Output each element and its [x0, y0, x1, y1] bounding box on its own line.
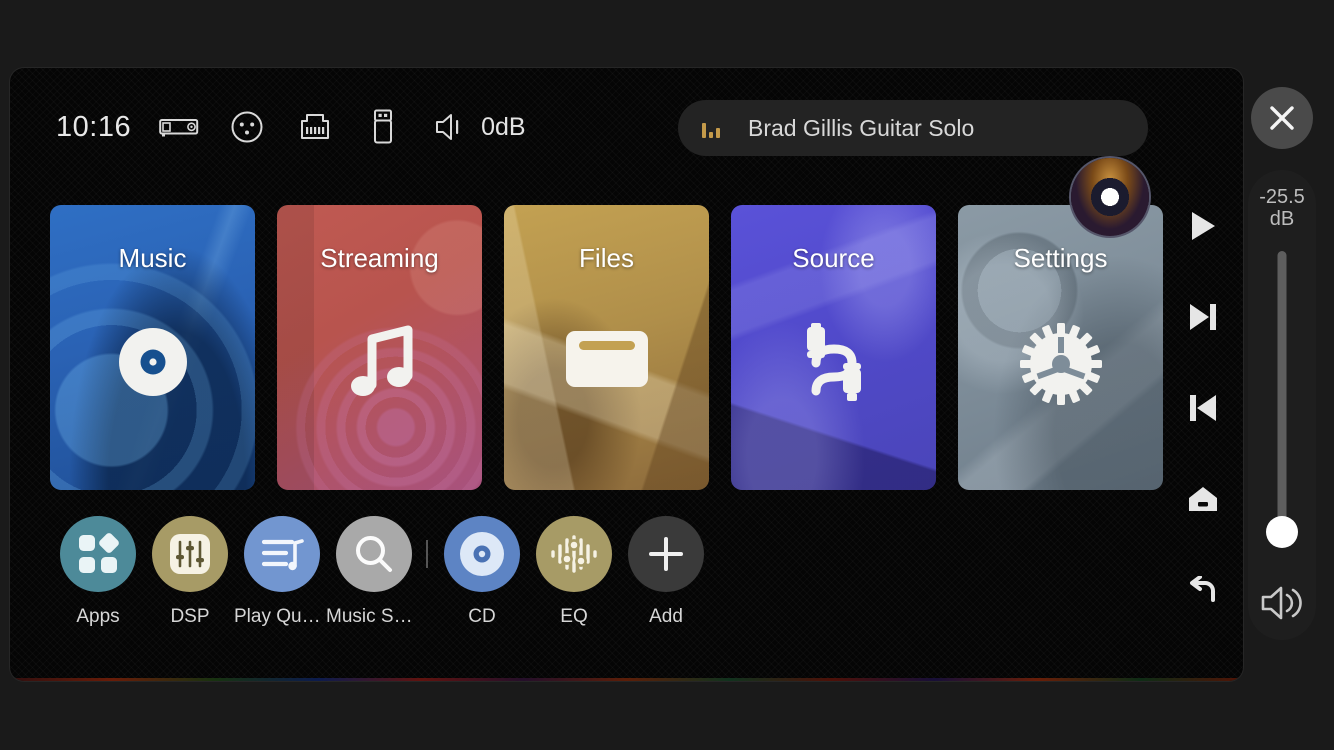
tile-label: Music	[118, 243, 187, 273]
play-button[interactable]	[1175, 198, 1231, 254]
folder-icon	[504, 323, 709, 391]
previous-button[interactable]	[1175, 380, 1231, 436]
screen-artifact-line	[10, 678, 1243, 681]
volume-track[interactable]	[1277, 250, 1287, 540]
status-volume-db: 0dB	[481, 112, 526, 141]
album-art[interactable]	[1071, 158, 1149, 236]
equalizer-icon	[536, 516, 612, 592]
dock-item-dsp[interactable]: DSP	[144, 516, 236, 628]
speaker-waves-icon[interactable]	[1259, 584, 1305, 622]
dock-label: Music Se…	[326, 606, 422, 627]
dock-item-music-search[interactable]: Music Se…	[326, 516, 422, 628]
volume-panel[interactable]: -25.5 dB	[1248, 170, 1316, 640]
app-window: 10:16 0dB Brad Gillis Guitar Solo Music …	[10, 68, 1243, 681]
playlist-icon	[244, 516, 320, 592]
dock-label: EQ	[560, 606, 588, 627]
tile-grid: Music Streaming Files Source Settings	[50, 205, 1163, 490]
volume-readout: -25.5 dB	[1259, 186, 1305, 231]
dock-item-apps[interactable]: Apps	[52, 516, 144, 628]
tile-source[interactable]: Source	[731, 205, 936, 490]
tile-music[interactable]: Music	[50, 205, 255, 490]
dock: Apps DSP Play Queue Music Se… CD EQ Add	[52, 516, 712, 628]
tile-files[interactable]: Files	[504, 205, 709, 490]
dock-label: DSP	[170, 606, 210, 627]
equalizer-bars-icon	[702, 118, 724, 138]
volume-slider[interactable]	[1248, 245, 1316, 584]
volume-number: -25.5	[1259, 186, 1305, 208]
search-icon	[336, 516, 412, 592]
plus-icon	[628, 516, 704, 592]
apps-grid-icon	[60, 516, 136, 592]
dock-item-cd[interactable]: CD	[436, 516, 528, 628]
speaker-icon	[431, 107, 471, 147]
dock-item-play-queue[interactable]: Play Queue	[234, 516, 330, 628]
dock-label: CD	[468, 606, 496, 627]
back-button[interactable]	[1175, 562, 1231, 618]
close-button[interactable]	[1251, 87, 1313, 149]
dock-label: Apps	[76, 606, 120, 627]
tile-label: Files	[579, 243, 634, 273]
usb-drive-icon	[363, 107, 403, 147]
tile-label: Streaming	[320, 243, 439, 273]
tile-label: Settings	[1013, 243, 1108, 273]
dock-divider	[426, 540, 428, 568]
volume-unit: dB	[1269, 208, 1295, 231]
cd-disc-icon	[444, 516, 520, 592]
tile-streaming[interactable]: Streaming	[277, 205, 482, 490]
vinyl-record-icon	[50, 323, 255, 401]
home-button[interactable]	[1175, 471, 1231, 527]
transport-rail	[1163, 198, 1243, 678]
music-note-icon	[277, 323, 482, 403]
now-playing-title: Brad Gillis Guitar Solo	[748, 114, 975, 141]
now-playing-bar[interactable]: Brad Gillis Guitar Solo	[678, 100, 1148, 156]
dock-item-add[interactable]: Add	[620, 516, 712, 628]
dock-label: Add	[649, 606, 683, 627]
dock-label: Play Queue	[234, 606, 330, 627]
tile-label: Source	[792, 243, 875, 273]
device-amplifier-icon	[159, 107, 199, 147]
sliders-icon	[152, 516, 228, 592]
next-button[interactable]	[1175, 289, 1231, 345]
rca-cable-icon	[731, 323, 936, 407]
clock: 10:16	[56, 110, 132, 143]
dock-item-eq[interactable]: EQ	[528, 516, 620, 628]
gear-icon	[958, 323, 1163, 405]
ethernet-port-icon	[295, 107, 335, 147]
xlr-connector-icon	[227, 107, 267, 147]
volume-thumb[interactable]	[1266, 516, 1298, 548]
tile-settings[interactable]: Settings	[958, 205, 1163, 490]
